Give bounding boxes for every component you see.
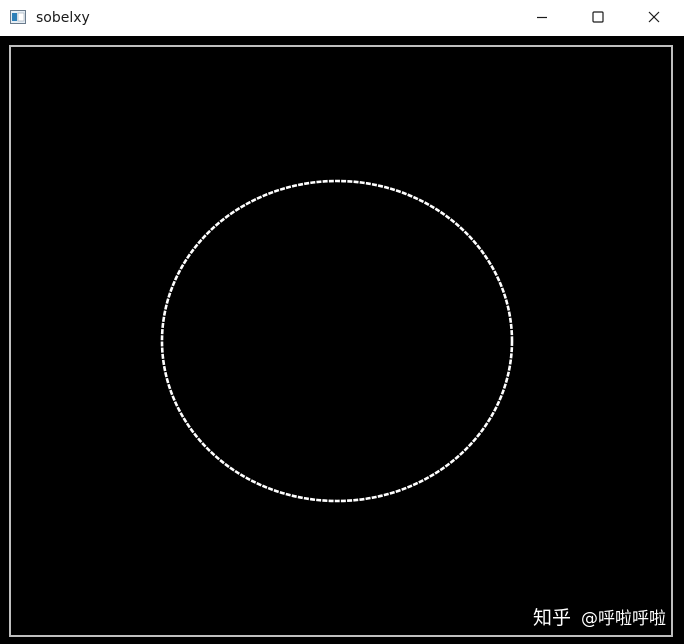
maximize-icon: [592, 11, 604, 23]
image-canvas: 知乎 @呼啦呼啦: [0, 36, 684, 644]
title-bar[interactable]: sobelxy: [0, 0, 684, 36]
minimize-icon: [536, 11, 548, 23]
watermark: 知乎 @呼啦呼啦: [533, 603, 666, 630]
app-window: sobelxy 知乎 @呼啦呼啦: [0, 0, 684, 644]
sobel-output-image: [9, 45, 673, 637]
close-button[interactable]: [626, 0, 682, 34]
minimize-button[interactable]: [514, 0, 570, 34]
ellipse-edge: [160, 179, 514, 503]
watermark-brand: 知乎: [532, 607, 571, 629]
close-icon: [648, 11, 660, 23]
opencv-window-icon: [10, 9, 26, 25]
watermark-handle: @呼啦呼啦: [581, 609, 666, 629]
maximize-button[interactable]: [570, 0, 626, 34]
image-border: [9, 45, 673, 637]
window-title: sobelxy: [36, 10, 90, 26]
